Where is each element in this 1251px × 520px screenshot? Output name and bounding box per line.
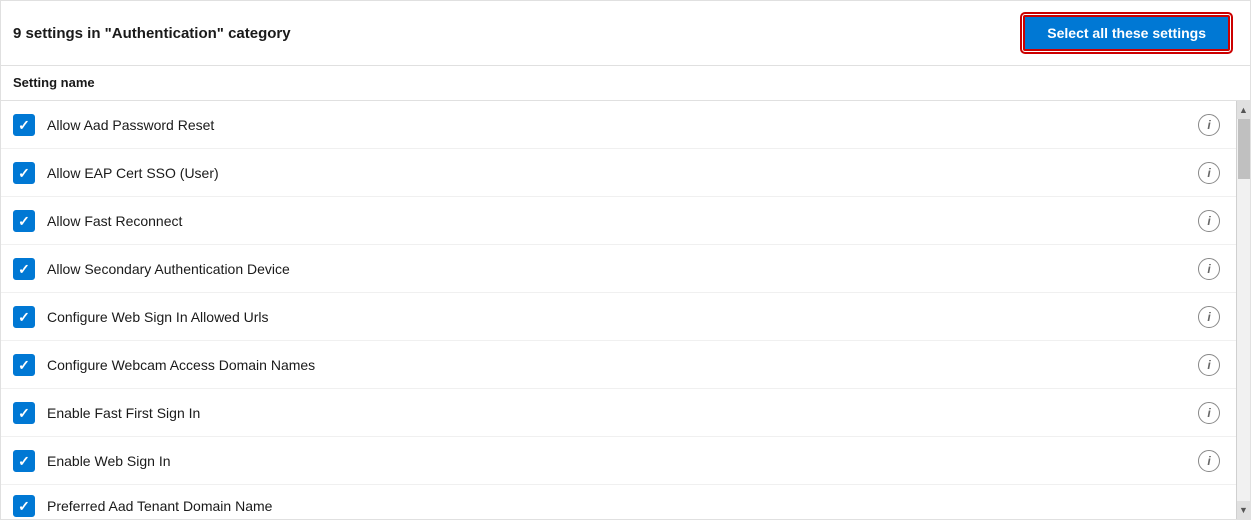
info-icon[interactable]: i xyxy=(1198,306,1220,328)
settings-list-wrapper: ✓ Allow Aad Password Reset i ✓ Allow EAP… xyxy=(1,101,1250,519)
info-icon[interactable]: i xyxy=(1198,354,1220,376)
scroll-track xyxy=(1237,119,1251,501)
select-all-button[interactable]: Select all these settings xyxy=(1023,15,1230,51)
setting-name-column-header: Setting name xyxy=(13,75,95,90)
info-icon[interactable]: i xyxy=(1198,450,1220,472)
scrollbar[interactable]: ▲ ▼ xyxy=(1236,101,1250,519)
checkbox-configure-webcam[interactable]: ✓ xyxy=(13,354,35,376)
check-icon: ✓ xyxy=(18,166,30,180)
info-icon[interactable]: i xyxy=(1198,114,1220,136)
check-icon: ✓ xyxy=(18,310,30,324)
checkbox-allow-eap[interactable]: ✓ xyxy=(13,162,35,184)
setting-label: Preferred Aad Tenant Domain Name xyxy=(47,498,272,514)
table-row: ✓ Configure Webcam Access Domain Names i xyxy=(1,341,1236,389)
table-row: ✓ Enable Fast First Sign In i xyxy=(1,389,1236,437)
main-container: 9 settings in "Authentication" category … xyxy=(0,0,1251,520)
check-icon: ✓ xyxy=(18,358,30,372)
check-icon: ✓ xyxy=(18,454,30,468)
check-icon: ✓ xyxy=(18,406,30,420)
check-icon: ✓ xyxy=(18,499,30,513)
check-icon: ✓ xyxy=(18,118,30,132)
checkbox-allow-aad[interactable]: ✓ xyxy=(13,114,35,136)
checkbox-preferred-aad[interactable]: ✓ xyxy=(13,495,35,517)
checkbox-allow-fast[interactable]: ✓ xyxy=(13,210,35,232)
setting-label: Allow Fast Reconnect xyxy=(47,213,182,229)
setting-label: Enable Web Sign In xyxy=(47,453,171,469)
setting-label: Configure Webcam Access Domain Names xyxy=(47,357,315,373)
category-title: 9 settings in "Authentication" category xyxy=(13,25,291,42)
scroll-thumb[interactable] xyxy=(1238,119,1250,179)
setting-label: Allow Aad Password Reset xyxy=(47,117,214,133)
checkbox-enable-web-sign[interactable]: ✓ xyxy=(13,450,35,472)
checkbox-allow-secondary[interactable]: ✓ xyxy=(13,258,35,280)
settings-list: ✓ Allow Aad Password Reset i ✓ Allow EAP… xyxy=(1,101,1236,519)
scroll-up-arrow[interactable]: ▲ xyxy=(1237,101,1251,119)
table-row: ✓ Allow Aad Password Reset i xyxy=(1,101,1236,149)
scroll-down-arrow[interactable]: ▼ xyxy=(1237,501,1251,519)
setting-label: Configure Web Sign In Allowed Urls xyxy=(47,309,269,325)
setting-label: Enable Fast First Sign In xyxy=(47,405,200,421)
checkbox-enable-fast-sign[interactable]: ✓ xyxy=(13,402,35,424)
info-icon[interactable]: i xyxy=(1198,162,1220,184)
column-header-row: Setting name xyxy=(1,66,1250,101)
setting-label: Allow Secondary Authentication Device xyxy=(47,261,290,277)
table-row: ✓ Preferred Aad Tenant Domain Name xyxy=(1,485,1236,519)
check-icon: ✓ xyxy=(18,214,30,228)
table-row: ✓ Enable Web Sign In i xyxy=(1,437,1236,485)
header-row: 9 settings in "Authentication" category … xyxy=(1,1,1250,66)
info-icon[interactable]: i xyxy=(1198,210,1220,232)
table-row: ✓ Allow Fast Reconnect i xyxy=(1,197,1236,245)
table-row: ✓ Configure Web Sign In Allowed Urls i xyxy=(1,293,1236,341)
table-row: ✓ Allow Secondary Authentication Device … xyxy=(1,245,1236,293)
check-icon: ✓ xyxy=(18,262,30,276)
checkbox-configure-web-sign[interactable]: ✓ xyxy=(13,306,35,328)
info-icon[interactable]: i xyxy=(1198,402,1220,424)
table-row: ✓ Allow EAP Cert SSO (User) i xyxy=(1,149,1236,197)
setting-label: Allow EAP Cert SSO (User) xyxy=(47,165,219,181)
info-icon[interactable]: i xyxy=(1198,258,1220,280)
